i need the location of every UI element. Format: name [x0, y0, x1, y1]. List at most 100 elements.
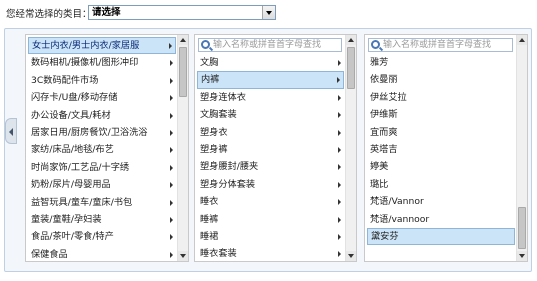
list-item[interactable]: 塑身衣 — [197, 124, 344, 141]
list-item[interactable]: 睡裙 — [197, 228, 344, 245]
list-item-label: 文胸 — [200, 57, 219, 68]
list-item[interactable]: 内裤 — [197, 71, 344, 89]
chevron-right-icon — [338, 181, 341, 188]
category-list-3: 雅芳依曼丽伊丝艾拉伊维斯宜而爽英塔吉婷美璐比梵语/Vannor 梵语/vannoo… — [367, 54, 515, 246]
list-item-label: 时尚家饰/工艺品/十字绣 — [31, 161, 130, 173]
category-column-3: 输入名称或拼音首字母查找 雅芳依曼丽伊丝艾拉伊维斯宜而爽英塔吉婷美璐比梵语/Va… — [364, 34, 528, 262]
list-item[interactable]: 保健食品 — [28, 246, 176, 261]
list-item[interactable]: 3C数码配件市场 — [28, 72, 176, 89]
list-item-label: 食品/茶叶/零食/特产 — [31, 231, 114, 243]
list-item[interactable]: 居家日用/厨房餐饮/卫浴洗浴 — [28, 124, 176, 141]
chevron-right-icon — [170, 199, 173, 206]
list-item-label: 璐比 — [370, 178, 389, 190]
chevron-right-icon — [170, 77, 173, 84]
list-item[interactable]: 塑身裤 — [197, 141, 344, 158]
chevron-right-icon — [170, 251, 173, 258]
list-item-label: 益智玩具/童车/童床/书包 — [31, 196, 133, 208]
chevron-right-icon — [338, 251, 341, 258]
list-item[interactable]: 伊丝艾拉 — [367, 89, 515, 106]
list-item[interactable]: 英塔吉 — [367, 141, 515, 158]
scrollbar-thumb[interactable] — [179, 47, 187, 97]
list-item[interactable]: 伊维斯 — [367, 106, 515, 123]
chevron-right-icon — [338, 129, 341, 136]
list-item-label: 居家日用/厨房餐饮/卫浴洗浴 — [31, 126, 148, 138]
scrollbar-column-2[interactable] — [345, 35, 356, 261]
chevron-right-icon — [170, 112, 173, 119]
scroll-up-icon[interactable] — [346, 35, 356, 45]
search-icon — [201, 40, 210, 49]
list-item[interactable]: 益智玩具/童车/童床/书包 — [28, 194, 176, 211]
list-item[interactable]: 文胸套装 — [197, 106, 344, 123]
list-item-label: 伊丝艾拉 — [370, 91, 407, 103]
chevron-right-icon — [338, 146, 341, 153]
list-item[interactable]: 食品/茶叶/零食/特产 — [28, 228, 176, 245]
list-item-label: 内裤 — [201, 74, 220, 86]
chevron-right-icon — [338, 233, 341, 240]
scrollbar-thumb[interactable] — [518, 207, 526, 249]
list-item[interactable]: 璐比 — [367, 176, 515, 193]
list-item[interactable]: 塑身连体衣 — [197, 89, 344, 106]
chevron-right-icon — [170, 95, 173, 102]
frequent-category-select[interactable]: 请选择 — [88, 5, 276, 20]
list-item[interactable]: 婷美 — [367, 158, 515, 175]
list-item[interactable]: 家纺/床品/地毯/布艺 — [28, 141, 176, 158]
list-item-label: 梵语/Vannor — [370, 196, 424, 208]
chevron-right-icon — [338, 199, 341, 206]
list-item-label: 3C数码配件市场 — [31, 74, 99, 86]
list-item-label: 睡衣 — [200, 196, 219, 208]
scrollbar-column-3[interactable] — [516, 35, 527, 261]
list-item-label: 奶粉/尿片/母婴用品 — [31, 179, 111, 191]
list-item[interactable]: 睡裤 — [197, 211, 344, 228]
chevron-right-icon — [338, 216, 341, 223]
list-item[interactable]: 童装/童鞋/孕妇装 — [28, 211, 176, 228]
list-item[interactable]: 时尚家饰/工艺品/十字绣 — [28, 159, 176, 176]
list-item-label: 塑身连体衣 — [200, 91, 246, 103]
chevron-right-icon — [170, 60, 173, 67]
list-item-label: 保健食品 — [31, 248, 68, 260]
scrollbar-column-1[interactable] — [177, 35, 188, 261]
list-item[interactable]: 依曼丽 — [367, 71, 515, 88]
category-list-1: 女士内衣/男士内衣/家居服 数码相机/摄像机/图形冲印 3C数码配件市场闪存卡/U盘… — [28, 37, 176, 261]
scroll-left-button[interactable] — [5, 118, 17, 144]
scroll-down-icon[interactable] — [178, 251, 188, 261]
list-item[interactable]: 奶粉/尿片/母婴用品 — [28, 176, 176, 193]
list-item-label: 雅芳 — [370, 57, 389, 68]
frequent-category-label: 您经常选择的类目： — [6, 9, 92, 20]
chevron-right-icon — [338, 112, 341, 119]
list-item[interactable]: 黛安芬 — [367, 227, 515, 246]
search-icon — [371, 40, 380, 49]
list-item[interactable]: 办公设备/文具/耗材 — [28, 107, 176, 124]
list-item[interactable]: 塑身分体套装 — [197, 176, 344, 193]
list-item[interactable]: 闪存卡/U盘/移动存储 — [28, 89, 176, 106]
list-item[interactable]: 女士内衣/男士内衣/家居服 — [28, 37, 176, 55]
chevron-right-icon — [170, 216, 173, 223]
list-item[interactable]: 睡衣 — [197, 193, 344, 210]
list-item-label: 宜而爽 — [370, 126, 398, 138]
chevron-right-icon — [338, 164, 341, 171]
scroll-up-icon[interactable] — [517, 35, 527, 45]
list-item[interactable]: 雅芳 — [367, 54, 515, 71]
list-item-label: 睡裙 — [200, 230, 219, 242]
list-item-label: 婷美 — [370, 161, 389, 173]
search-box-column-2[interactable]: 输入名称或拼音首字母查找 — [198, 38, 342, 52]
list-item[interactable]: 宜而爽 — [367, 124, 515, 141]
list-item-label: 伊维斯 — [370, 109, 398, 121]
list-item-label: 黛安芬 — [371, 230, 399, 242]
list-item[interactable]: 梵语/Vannor — [367, 193, 515, 210]
scroll-down-icon[interactable] — [517, 251, 527, 261]
list-item-label: 英塔吉 — [370, 143, 398, 155]
scrollbar-thumb[interactable] — [347, 47, 355, 89]
search-box-column-3[interactable]: 输入名称或拼音首字母查找 — [368, 38, 513, 52]
list-item[interactable]: 塑身腰封/腰夹 — [197, 158, 344, 175]
list-item[interactable]: 睡衣套装 — [197, 245, 344, 261]
list-item-label: 塑身裤 — [200, 143, 228, 155]
list-item-label: 童装/童鞋/孕妇装 — [31, 213, 102, 225]
scroll-down-icon[interactable] — [346, 251, 356, 261]
chevron-down-icon[interactable] — [262, 6, 275, 19]
list-item[interactable]: 文胸 — [197, 54, 344, 71]
list-item[interactable]: 梵语/vannoor — [367, 211, 515, 228]
list-item[interactable]: 数码相机/摄像机/图形冲印 — [28, 54, 176, 71]
list-item-label: 文胸套装 — [200, 109, 237, 121]
list-item-label: 塑身分体套装 — [200, 178, 256, 190]
scroll-up-icon[interactable] — [178, 35, 188, 45]
